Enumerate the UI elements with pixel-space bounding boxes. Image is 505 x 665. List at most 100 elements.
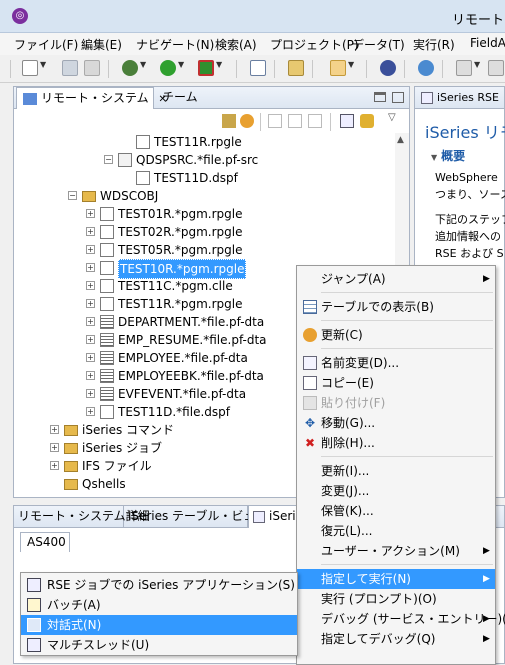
- chevron-down-icon[interactable]: ▼: [474, 60, 480, 69]
- context-menu-item[interactable]: 指定してデバッグ(Q) ▶: [297, 629, 495, 649]
- view-menu-icon[interactable]: ▽: [388, 112, 396, 123]
- expand-icon[interactable]: +: [86, 227, 95, 236]
- tab-remote-systems[interactable]: リモート・システム ✕: [16, 87, 167, 109]
- context-menu-item[interactable]: ✖ 削除(H)...: [297, 433, 495, 453]
- tree-row[interactable]: + TEST02R.*pgm.rpgle: [14, 223, 394, 241]
- menu-fielda[interactable]: FieldA: [470, 36, 505, 50]
- print-icon[interactable]: [84, 60, 100, 76]
- submenu-item[interactable]: 対話式(N): [21, 615, 297, 635]
- tree-row[interactable]: TEST11D.dspf: [14, 169, 394, 187]
- data-file-icon: [100, 387, 114, 401]
- back-icon[interactable]: [268, 114, 282, 128]
- expand-icon[interactable]: +: [50, 443, 59, 452]
- menu-edit[interactable]: 編集(E): [81, 36, 122, 53]
- expand-icon[interactable]: +: [86, 353, 95, 362]
- context-menu-item[interactable]: 更新(C): [297, 325, 495, 345]
- context-menu-item[interactable]: 復元(L)...: [297, 521, 495, 541]
- context-menu-item[interactable]: 名前変更(D)...: [297, 353, 495, 373]
- chevron-down-icon[interactable]: ▼: [40, 60, 46, 69]
- context-menu-item[interactable]: テーブルでの表示(B): [297, 297, 495, 317]
- welcome-title: iSeries リモ: [425, 123, 505, 142]
- tree-row[interactable]: + TEST05R.*pgm.rpgle: [14, 241, 394, 259]
- minimize-icon[interactable]: [374, 92, 386, 102]
- collapse-icon[interactable]: −: [104, 155, 113, 164]
- debug-icon[interactable]: [122, 60, 138, 76]
- expand-icon[interactable]: +: [50, 461, 59, 470]
- context-menu-item[interactable]: 変更(J)...: [297, 481, 495, 501]
- menu-run[interactable]: 実行(R): [413, 36, 455, 53]
- expand-icon[interactable]: +: [86, 371, 95, 380]
- menu-data[interactable]: データ(T): [352, 36, 405, 53]
- display-file-icon: [100, 405, 114, 419]
- tree-row-label: TEST02R.*pgm.rpgle: [118, 225, 243, 239]
- collapse-icon[interactable]: −: [68, 191, 77, 200]
- expand-icon[interactable]: +: [86, 389, 95, 398]
- scroll-up-icon[interactable]: ▲: [397, 135, 404, 145]
- submenu-item[interactable]: RSE ジョブでの iSeries アプリケーション(S): [21, 575, 297, 595]
- save-icon[interactable]: [62, 60, 78, 76]
- chevron-down-icon[interactable]: ▼: [216, 60, 222, 69]
- context-menu-item[interactable]: 貼り付け(F): [297, 393, 495, 413]
- menu-item-label: マルチスレッド(U): [47, 638, 150, 652]
- globe-icon[interactable]: [418, 60, 434, 76]
- context-menu-item[interactable]: 更新(I)...: [297, 461, 495, 481]
- expand-icon[interactable]: +: [86, 317, 95, 326]
- tree-row[interactable]: TEST11R.rpgle: [14, 133, 394, 151]
- new-icon[interactable]: [22, 60, 38, 76]
- up-icon[interactable]: [308, 114, 322, 128]
- server-icon[interactable]: [380, 60, 396, 76]
- tree-row-label: TEST11D.dspf: [154, 171, 238, 185]
- tree-row[interactable]: − WDSCOBJ: [14, 187, 394, 205]
- chevron-down-icon[interactable]: ▼: [348, 60, 354, 69]
- tab-team[interactable]: チーム: [156, 87, 206, 109]
- menu-item-label: 復元(L)...: [321, 524, 373, 538]
- chevron-down-icon[interactable]: ▼: [140, 60, 146, 69]
- context-menu-item[interactable]: 実行 (プロンプト)(O): [297, 589, 495, 609]
- tab-remote-system-details[interactable]: リモート・システム詳細: [14, 506, 150, 528]
- context-menu-item[interactable]: デバッグ (サービス・エントリー)(P) ▶: [297, 609, 505, 629]
- next-annotation-icon[interactable]: [456, 60, 472, 76]
- tab-iseries-rse[interactable]: iSeries RSE: [415, 87, 504, 109]
- main-toolbar: ▼ ▼ ▼ ▼ ▼ ▼: [0, 55, 505, 83]
- menu-project[interactable]: プロジェクト(P): [270, 36, 359, 53]
- expand-icon[interactable]: +: [86, 263, 95, 272]
- expand-icon[interactable]: +: [86, 335, 95, 344]
- menu-separator: [321, 320, 493, 321]
- menu-navigate[interactable]: ナビゲート(N): [136, 36, 214, 53]
- submenu-item[interactable]: バッチ(A): [21, 595, 297, 615]
- collapse-all-icon[interactable]: [340, 114, 354, 128]
- maximize-icon[interactable]: [392, 92, 404, 103]
- link-with-editor-icon[interactable]: [360, 114, 374, 128]
- context-menu-item[interactable]: ユーザー・アクション(M) ▶: [297, 541, 495, 561]
- forward-icon[interactable]: [288, 114, 302, 128]
- run-icon[interactable]: [160, 60, 176, 76]
- external-tools-icon[interactable]: [198, 60, 214, 76]
- open-type-icon[interactable]: [250, 60, 266, 76]
- menu-file[interactable]: ファイル(F): [14, 36, 78, 53]
- context-menu-item[interactable]: ジャンプ(A) ▶: [297, 269, 495, 289]
- submenu-item[interactable]: マルチスレッド(U): [21, 635, 297, 655]
- expand-icon[interactable]: +: [86, 209, 95, 218]
- context-menu-item[interactable]: 指定して実行(N) ▶: [297, 569, 495, 589]
- overview-section[interactable]: ▼ 概要: [431, 147, 465, 164]
- rocket-icon[interactable]: [288, 60, 304, 76]
- prev-annotation-icon[interactable]: [488, 60, 504, 76]
- tab-as400[interactable]: AS400: [20, 532, 70, 552]
- package-icon[interactable]: [330, 60, 346, 76]
- expand-icon[interactable]: +: [86, 407, 95, 416]
- context-menu-item[interactable]: コピー(E): [297, 373, 495, 393]
- tab-iseries-table-view[interactable]: iSeries テーブル・ビュー: [124, 506, 267, 528]
- tree-row[interactable]: − QDSPSRC.*file.pf-src: [14, 151, 394, 169]
- tree-row[interactable]: + TEST01R.*pgm.rpgle: [14, 205, 394, 223]
- menu-search[interactable]: 検索(A): [215, 36, 257, 53]
- expand-icon[interactable]: +: [86, 245, 95, 254]
- new-connection-icon[interactable]: [222, 114, 236, 128]
- expand-icon[interactable]: +: [86, 299, 95, 308]
- expand-icon[interactable]: +: [86, 281, 95, 290]
- refresh-icon[interactable]: [240, 114, 254, 128]
- menu-item-label: コピー(E): [321, 376, 374, 390]
- context-menu-item[interactable]: 保管(K)...: [297, 501, 495, 521]
- expand-icon[interactable]: +: [50, 425, 59, 434]
- context-menu-item[interactable]: ✥ 移動(G)...: [297, 413, 495, 433]
- chevron-down-icon[interactable]: ▼: [178, 60, 184, 69]
